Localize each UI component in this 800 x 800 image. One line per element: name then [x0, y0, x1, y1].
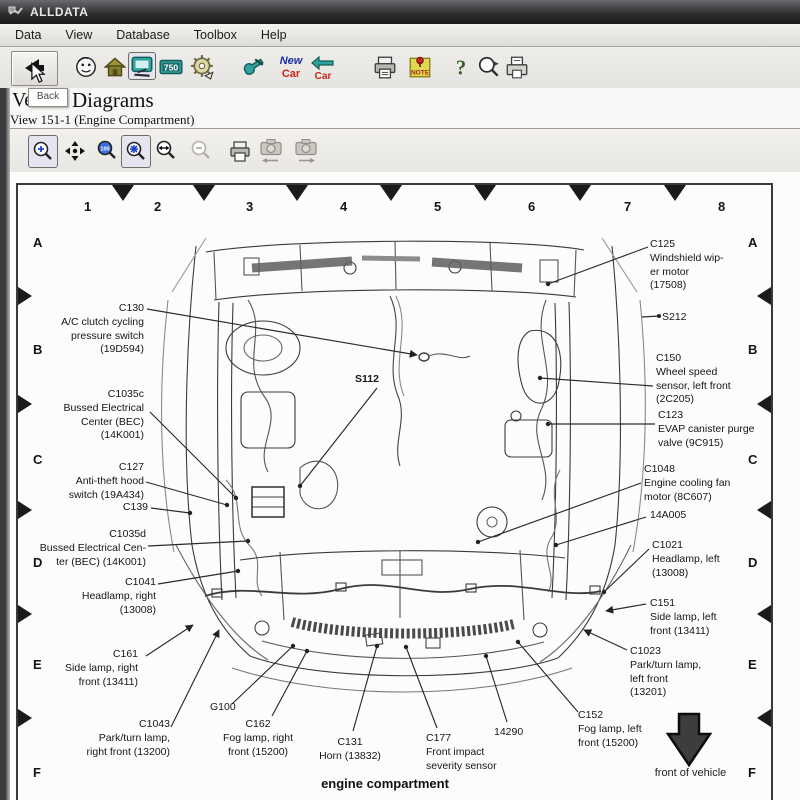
- grid-row-d-right: D: [748, 555, 757, 570]
- grid-row-c-left: C: [33, 452, 42, 467]
- note-label: NOTE: [411, 70, 430, 77]
- print-diagram-button[interactable]: [226, 135, 254, 166]
- grid-row-a-right: A: [748, 235, 757, 250]
- help-label: ?: [456, 58, 466, 80]
- grid-marker-right: [757, 605, 771, 623]
- grid-col-7: 7: [624, 199, 631, 214]
- zoom-extents-button[interactable]: [152, 135, 180, 166]
- grid-marker-top: [112, 185, 134, 201]
- grid-col-2: 2: [154, 199, 161, 214]
- grid-row-c-right: C: [748, 452, 757, 467]
- grid-marker-right: [757, 709, 771, 727]
- page-title: Diagrams: [72, 88, 154, 113]
- notes-icon[interactable]: NOTE: [407, 54, 433, 80]
- zoom-in-button[interactable]: [28, 135, 58, 168]
- estimate-label: 750: [164, 62, 179, 72]
- grid-marker-right: [757, 395, 771, 413]
- diagram-page[interactable]: [10, 172, 800, 800]
- grid-col-4: 4: [340, 199, 347, 214]
- grid-marker-right: [757, 501, 771, 519]
- next-image-button-disabled: [292, 135, 320, 166]
- new-car-line1: New: [280, 55, 304, 67]
- grid-marker-top: [193, 185, 215, 201]
- previous-image-button-disabled: [257, 135, 285, 166]
- zoom-100-button[interactable]: 100: [93, 135, 121, 166]
- grid-marker-top: [569, 185, 591, 201]
- menu-view[interactable]: View: [56, 26, 101, 44]
- grid-row-d-left: D: [33, 555, 42, 570]
- fax-icon[interactable]: [504, 54, 530, 80]
- menu-toolbox[interactable]: Toolbox: [185, 26, 246, 44]
- zoom-out-button-disabled: [187, 135, 215, 166]
- grid-row-f-left: F: [33, 765, 41, 780]
- home-icon[interactable]: [102, 54, 128, 80]
- view-title: View 151-1 (Engine Compartment): [10, 112, 194, 128]
- parts-gear-icon[interactable]: [190, 54, 216, 80]
- grid-row-b-right: B: [748, 342, 757, 357]
- page-border-left: [16, 183, 18, 800]
- search-icon[interactable]: [476, 54, 502, 80]
- grid-row-e-right: E: [748, 657, 757, 672]
- grid-marker-left: [18, 709, 32, 727]
- grid-marker-top: [474, 185, 496, 201]
- page-border-right: [771, 183, 773, 800]
- grid-col-5: 5: [434, 199, 441, 214]
- title-bar: ALLDATA: [0, 0, 800, 24]
- window-title: ALLDATA: [30, 5, 88, 19]
- grid-row-a-left: A: [33, 235, 42, 250]
- back-tooltip: Back: [28, 88, 68, 107]
- menu-data[interactable]: Data: [6, 26, 50, 44]
- diagnostics-icon[interactable]: [128, 52, 156, 80]
- estimate-icon[interactable]: 750: [158, 54, 184, 80]
- zoom-window-button[interactable]: [121, 135, 151, 168]
- grid-row-e-left: E: [33, 657, 42, 672]
- mouse-cursor: [29, 62, 47, 84]
- grid-col-3: 3: [246, 199, 253, 214]
- header-row: Ve Diagrams View 151-1 (Engine Compartme…: [10, 88, 800, 128]
- grid-col-1: 1: [84, 199, 91, 214]
- pan-button[interactable]: [61, 135, 89, 166]
- app-icon[interactable]: [8, 5, 24, 19]
- customer-icon[interactable]: [73, 54, 99, 80]
- grid-col-6: 6: [528, 199, 535, 214]
- grid-marker-top: [664, 185, 686, 201]
- zoom-100-label: 100: [100, 146, 109, 152]
- grid-marker-top: [380, 185, 402, 201]
- grid-marker-left: [18, 605, 32, 623]
- grid-marker-left: [18, 501, 32, 519]
- grid-col-8: 8: [718, 199, 725, 214]
- help-icon[interactable]: ?: [448, 54, 474, 80]
- grid-marker-left: [18, 287, 32, 305]
- repair-hand-icon[interactable]: [240, 54, 266, 80]
- main-toolbar: 750 NewCar Car NOTE ?: [0, 47, 800, 90]
- menu-help[interactable]: Help: [252, 26, 296, 44]
- diagram-toolbar: 100: [10, 128, 800, 175]
- window-left-edge: [0, 88, 10, 800]
- new-car-icon[interactable]: NewCar: [276, 53, 302, 79]
- grid-marker-left: [18, 395, 32, 413]
- grid-marker-right: [757, 287, 771, 305]
- grid-row-f-right: F: [748, 765, 756, 780]
- menu-database[interactable]: Database: [107, 26, 179, 44]
- new-car-line2: Car: [282, 68, 301, 80]
- car-label: Car: [315, 71, 332, 81]
- print-icon[interactable]: [372, 54, 398, 80]
- select-car-icon[interactable]: Car: [308, 53, 334, 79]
- menu-bar: Data View Database Toolbox Help: [0, 24, 800, 47]
- grid-marker-top: [286, 185, 308, 201]
- grid-row-b-left: B: [33, 342, 42, 357]
